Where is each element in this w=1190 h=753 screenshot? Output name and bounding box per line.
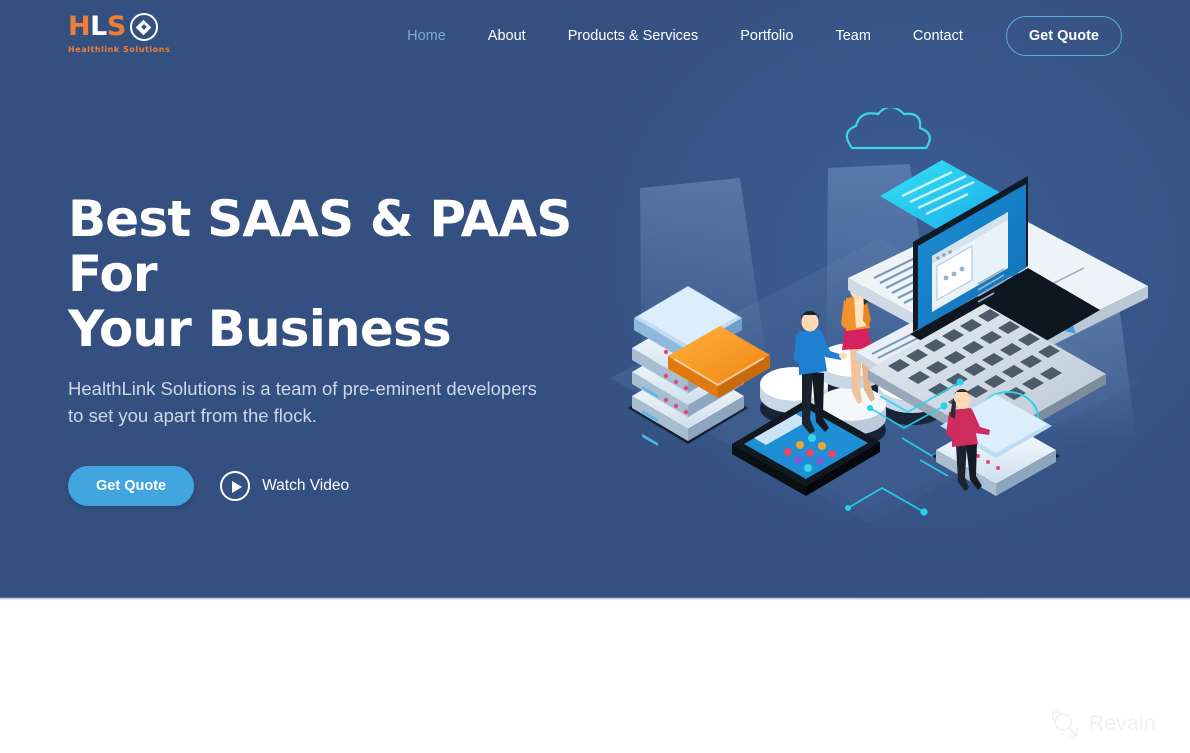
hero-subtitle: HealthLink Solutions is a team of pre-em… [68,378,537,426]
site-header: H L S Healthlink Solutions Home About Pr… [0,0,1190,72]
logo-letter-s: S [106,11,126,42]
hero-actions: Get Quote Watch Video [68,466,608,506]
nav-item-team[interactable]: Team [814,16,891,56]
play-icon [220,471,251,501]
nav-item-home[interactable]: Home [386,16,467,56]
hero-title-line-2: Your Business [68,300,452,358]
hero-section-divider [0,597,1190,600]
revain-watermark-label: Revain [1088,712,1156,735]
logo-wordmark: H L S [68,12,178,42]
watch-video-button[interactable]: Watch Video [220,471,349,501]
hero-title: Best SAAS & PAAS For Your Business [68,192,608,357]
header-get-quote-button[interactable]: Get Quote [1005,16,1122,56]
hero-section: H L S Healthlink Solutions Home About Pr… [0,0,1190,597]
revain-watermark: Revain [1050,709,1156,739]
logo-letter-h: H [68,11,91,42]
nav-item-portfolio[interactable]: Portfolio [719,16,814,56]
watch-video-label: Watch Video [262,477,350,494]
landing-page: H L S Healthlink Solutions Home About Pr… [0,0,1190,753]
hero-title-line-1: Best SAAS & PAAS For [68,190,572,303]
hero-get-quote-button[interactable]: Get Quote [68,466,195,506]
hero-illustration [580,108,1160,528]
nav-item-products-services[interactable]: Products & Services [547,16,720,56]
revain-logo-icon [1052,711,1078,737]
logo-tagline: Healthlink Solutions [68,45,171,54]
nav-item-contact[interactable]: Contact [892,16,984,56]
hero-copy: Best SAAS & PAAS For Your Business Healt… [68,192,608,506]
brand-logo[interactable]: H L S Healthlink Solutions [68,12,178,58]
logo-letter-l: L [90,11,107,42]
logo-diamond-icon [129,13,158,41]
nav-item-about[interactable]: About [467,16,547,56]
main-navigation: Home About Products & Services Portfolio… [386,16,1122,56]
